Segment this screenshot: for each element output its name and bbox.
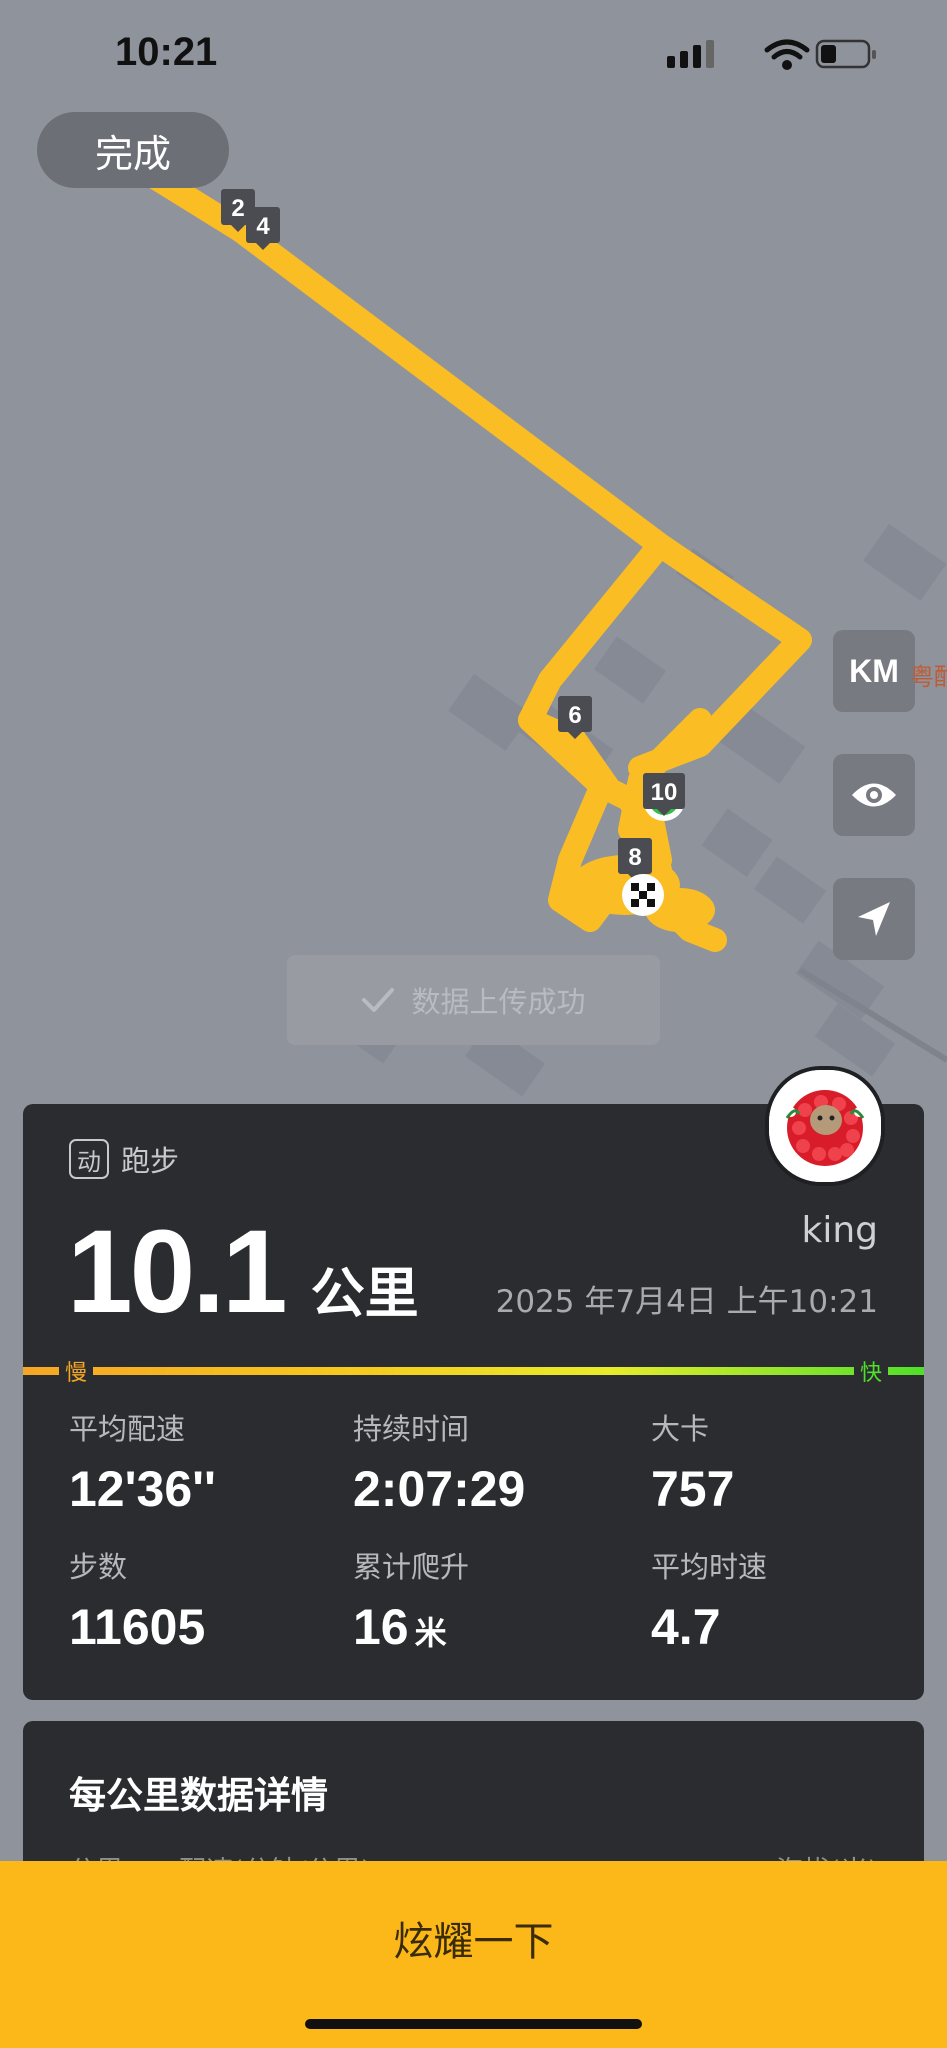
status-icons [667, 38, 877, 78]
stat-label: 平均时速 [651, 1550, 768, 1584]
wifi-icon [764, 39, 810, 70]
distance: 10.1 公里 [67, 1204, 419, 1340]
km-button-label: KM [849, 652, 899, 689]
username: king [801, 1210, 878, 1251]
eye-icon [852, 783, 896, 807]
share-button[interactable]: 炫耀一下 [0, 1909, 947, 1967]
upload-success-toast: 数据上传成功 [287, 955, 660, 1045]
workout-summary-card: 动 跑步 10.1 公里 king 2025 年7月4日 上午10:21 慢 快… [23, 1104, 924, 1700]
distance-value: 10.1 [67, 1206, 288, 1338]
start-flag-icon [622, 874, 664, 916]
distance-unit: 公里 [310, 1262, 419, 1325]
km-marker-label: 6 [568, 702, 581, 729]
sport-type: 动 跑步 [69, 1138, 179, 1180]
speed-legend: 慢 快 [23, 1355, 924, 1387]
stat-steps: 步数 11605 [69, 1544, 205, 1656]
bottom-action-bar: 炫耀一下 [0, 1861, 947, 2048]
details-title: 每公里数据详情 [69, 1774, 328, 1817]
cellular-signal-icon [667, 40, 714, 68]
sport-type-label: 跑步 [121, 1144, 180, 1178]
stat-value: 16 米 [353, 1599, 447, 1655]
km-marker-label: 8 [628, 844, 641, 871]
stat-value: 2:07:29 [353, 1461, 526, 1517]
stat-elevation-gain: 累计爬升 16 米 [353, 1544, 469, 1656]
km-toggle-button[interactable]: KM [833, 630, 915, 712]
stat-value: 11605 [69, 1599, 206, 1655]
speed-fast-label: 快 [853, 1355, 888, 1387]
workout-datetime: 2025 年7月4日 上午10:21 [495, 1284, 878, 1320]
stat-duration: 持续时间 2:07:29 [353, 1406, 525, 1518]
locate-button[interactable] [833, 878, 915, 960]
stat-calories: 大卡 757 [651, 1406, 734, 1518]
done-button[interactable]: 完成 [37, 112, 229, 188]
stat-avg-speed: 平均时速 4.7 [651, 1544, 767, 1656]
map-poi-label: 粤酣 [910, 663, 947, 691]
stat-label: 大卡 [651, 1412, 710, 1446]
toast-text: 数据上传成功 [411, 985, 586, 1019]
stat-label: 累计爬升 [353, 1550, 470, 1584]
avatar[interactable] [765, 1066, 885, 1186]
raspberry-cat-avatar-icon [769, 1070, 881, 1182]
stat-avg-pace: 平均配速 12'36'' [69, 1406, 216, 1518]
battery-icon [815, 39, 876, 69]
status-time: 10:21 [115, 30, 218, 74]
stat-unit: 米 [414, 1615, 447, 1651]
stat-value: 4.7 [651, 1599, 721, 1655]
km-marker-label: 10 [651, 779, 678, 806]
stat-label: 持续时间 [353, 1412, 470, 1446]
stat-value: 757 [651, 1461, 735, 1517]
speed-gradient-bar [23, 1367, 924, 1375]
km-marker-label: 4 [256, 213, 270, 240]
stat-label: 平均配速 [69, 1412, 186, 1446]
checkmark-icon [362, 988, 395, 1012]
home-indicator[interactable] [305, 2019, 642, 2029]
navigation-arrow-icon [858, 902, 890, 936]
stat-value: 12'36'' [69, 1461, 216, 1517]
visibility-button[interactable] [833, 754, 915, 836]
status-bar: 10:21 [0, 0, 947, 110]
sport-icon: 动 [69, 1139, 109, 1179]
km-marker-label: 2 [231, 195, 244, 222]
stat-label: 步数 [69, 1550, 128, 1584]
speed-slow-label: 慢 [59, 1355, 94, 1387]
